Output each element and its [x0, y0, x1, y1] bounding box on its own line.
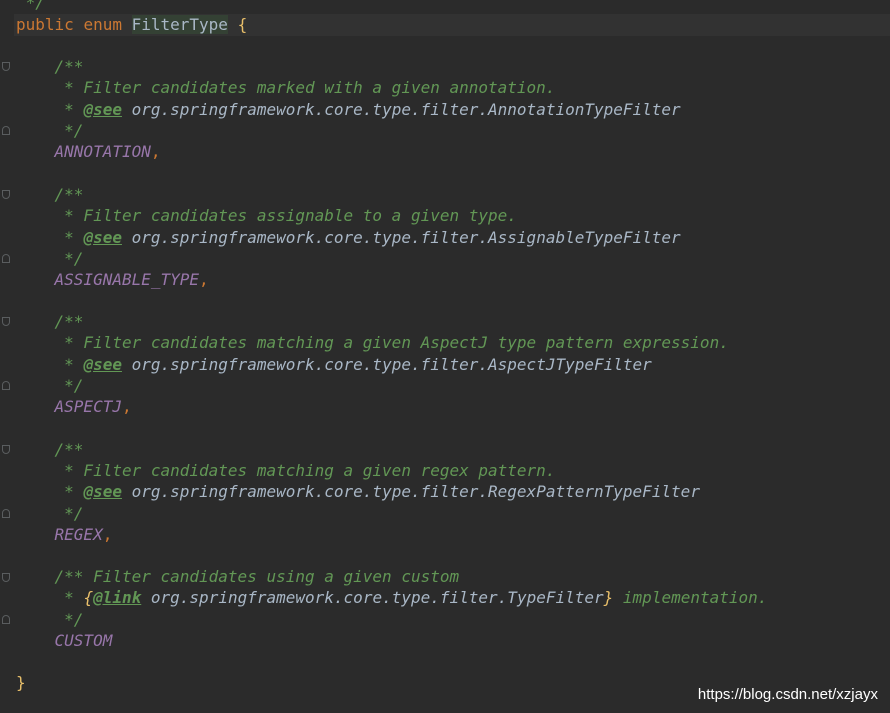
doc-star: *: [54, 588, 74, 607]
brace-close: }: [16, 673, 26, 692]
see-reference[interactable]: org.springframework.core.type.filter.Ass…: [132, 228, 681, 247]
code-line[interactable]: * @see org.springframework.core.type.fil…: [16, 354, 652, 376]
code-editor[interactable]: */ public enum FilterType { /** * Filter…: [0, 0, 890, 713]
doc-star: *: [54, 355, 74, 374]
see-reference[interactable]: org.springframework.core.type.filter.Asp…: [132, 355, 652, 374]
doc-close: */: [54, 376, 84, 395]
link-tag[interactable]: @link: [93, 588, 141, 607]
link-reference[interactable]: org.springframework.core.type.filter.Typ…: [151, 588, 604, 607]
enum-constant-line[interactable]: REGEX,: [16, 524, 113, 546]
keyword-enum: enum: [83, 15, 122, 34]
brace-open: {: [237, 15, 248, 34]
enum-constant[interactable]: ASSIGNABLE_TYPE: [55, 270, 200, 289]
doc-description: * Filter candidates matching a given Asp…: [54, 333, 729, 352]
fold-marker-icon[interactable]: [2, 62, 10, 71]
code-line[interactable]: * Filter candidates matching a given reg…: [16, 460, 555, 482]
doc-open: /**: [54, 440, 84, 459]
doc-description: * Filter candidates marked with a given …: [54, 78, 556, 97]
see-tag[interactable]: @see: [83, 355, 122, 374]
comma: ,: [150, 142, 161, 161]
doc-description: * Filter candidates assignable to a give…: [54, 206, 517, 225]
code-line[interactable]: /**: [16, 184, 84, 206]
link-brace-open: {: [83, 588, 94, 607]
code-line[interactable]: * {@link org.springframework.core.type.f…: [16, 587, 767, 609]
fold-marker-icon[interactable]: [2, 381, 10, 390]
doc-close: */: [54, 249, 84, 268]
code-line[interactable]: */: [16, 248, 83, 270]
doc-open: /**: [54, 57, 84, 76]
code-line[interactable]: */: [16, 0, 45, 14]
code-line[interactable]: }: [16, 672, 26, 694]
fold-marker-icon[interactable]: [2, 615, 10, 624]
fold-marker-icon[interactable]: [2, 509, 10, 518]
code-line[interactable]: */: [16, 503, 83, 525]
comma: ,: [121, 397, 132, 416]
enum-declaration-line[interactable]: public enum FilterType {: [16, 14, 247, 36]
enum-constant[interactable]: CUSTOM: [55, 631, 113, 650]
code-line[interactable]: * @see org.springframework.core.type.fil…: [16, 227, 681, 249]
link-brace-close: }: [603, 588, 614, 607]
code-line[interactable]: * Filter candidates matching a given Asp…: [16, 332, 729, 354]
doc-description: * Filter candidates matching a given reg…: [54, 461, 556, 480]
code-line[interactable]: * Filter candidates assignable to a give…: [16, 205, 517, 227]
see-reference[interactable]: org.springframework.core.type.filter.Reg…: [132, 482, 700, 501]
enum-constant[interactable]: ANNOTATION: [55, 142, 151, 161]
keyword-public: public: [16, 15, 74, 34]
doc-description: /** Filter candidates using a given cust…: [54, 567, 460, 586]
editor-gutter: [0, 0, 14, 713]
see-tag[interactable]: @see: [83, 100, 122, 119]
enum-constant-line[interactable]: CUSTOM: [16, 630, 113, 652]
doc-tail: implementation.: [613, 588, 768, 607]
code-line[interactable]: /** Filter candidates using a given cust…: [16, 566, 460, 588]
fold-marker-icon[interactable]: [2, 445, 10, 454]
enum-name: FilterType: [131, 15, 228, 34]
doc-close: */: [54, 610, 84, 629]
see-reference[interactable]: org.springframework.core.type.filter.Ann…: [132, 100, 681, 119]
see-tag[interactable]: @see: [83, 482, 122, 501]
code-line[interactable]: * @see org.springframework.core.type.fil…: [16, 99, 681, 121]
code-line[interactable]: * Filter candidates marked with a given …: [16, 77, 555, 99]
code-line[interactable]: */: [16, 609, 83, 631]
doc-open: /**: [54, 185, 84, 204]
fold-marker-icon[interactable]: [2, 254, 10, 263]
watermark: https://blog.csdn.net/xzjayx: [697, 686, 878, 703]
fold-marker-icon[interactable]: [2, 317, 10, 326]
code-line[interactable]: /**: [16, 311, 84, 333]
code-line[interactable]: */: [16, 375, 83, 397]
code-line[interactable]: * @see org.springframework.core.type.fil…: [16, 481, 700, 503]
comma: ,: [199, 270, 209, 289]
fold-marker-icon[interactable]: [2, 126, 10, 135]
enum-constant[interactable]: REGEX: [55, 525, 103, 544]
enum-constant-line[interactable]: ANNOTATION,: [16, 141, 161, 163]
doc-star: *: [54, 100, 74, 119]
enum-constant-line[interactable]: ASSIGNABLE_TYPE,: [16, 269, 209, 291]
code-line[interactable]: /**: [16, 439, 84, 461]
enum-constant[interactable]: ASPECTJ: [55, 397, 122, 416]
code-line[interactable]: */: [16, 120, 83, 142]
fold-marker-icon[interactable]: [2, 190, 10, 199]
doc-star: *: [54, 482, 74, 501]
see-tag[interactable]: @see: [83, 228, 122, 247]
fold-marker-icon[interactable]: [2, 573, 10, 582]
doc-star: *: [54, 228, 74, 247]
comma: ,: [102, 525, 113, 544]
doc-close: */: [54, 504, 84, 523]
doc-close: */: [54, 121, 84, 140]
code-line[interactable]: /**: [16, 56, 84, 78]
comment-close: */: [16, 0, 45, 12]
enum-constant-line[interactable]: ASPECTJ,: [16, 396, 132, 418]
doc-open: /**: [54, 312, 84, 331]
